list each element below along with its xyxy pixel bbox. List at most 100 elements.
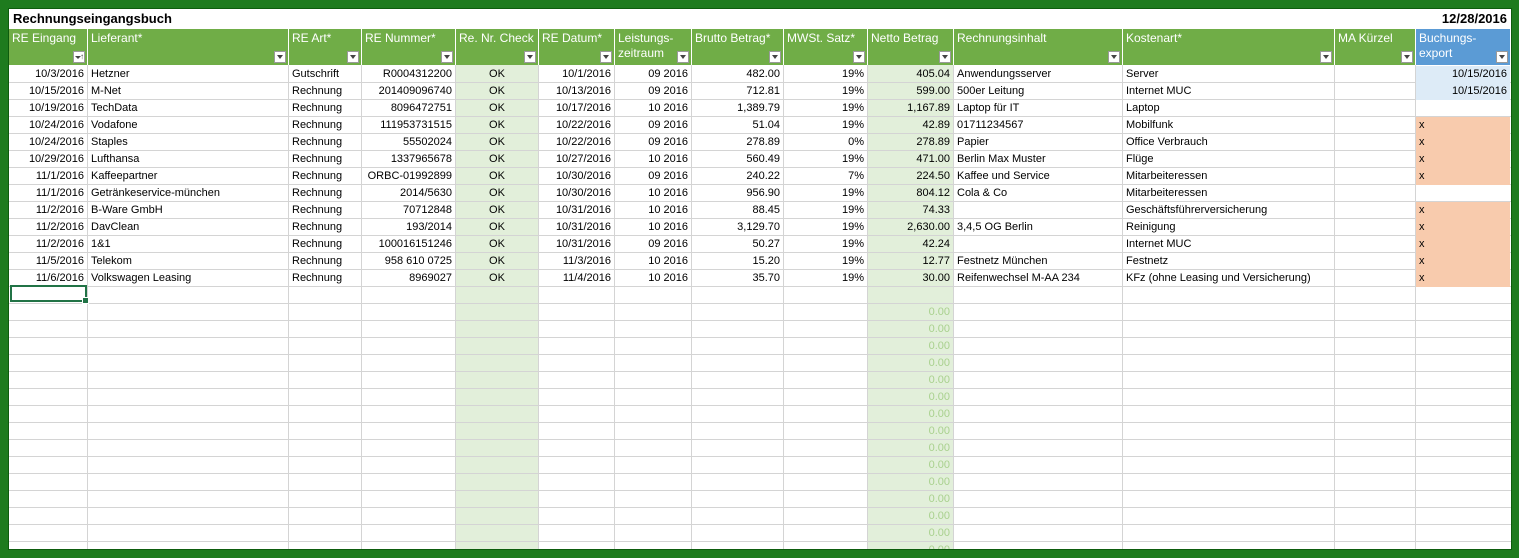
cell-ma[interactable] [1335,66,1415,83]
cell-inhalt[interactable]: Cola & Co [954,185,1122,202]
cell-inhalt[interactable]: Berlin Max Muster [954,151,1122,168]
cell-re_eingang[interactable]: 10/3/2016 [9,66,87,83]
cell-re_eingang[interactable]: 11/1/2016 [9,185,87,202]
cell-export[interactable]: x [1416,151,1510,168]
cell-re_eingang[interactable]: 10/19/2016 [9,100,87,117]
cell-leistungszeitraum[interactable]: 10 2016 [615,253,691,270]
cell-lieferant[interactable]: Staples [88,134,288,151]
cell-brutto[interactable]: 35.70 [692,270,783,287]
cell-re_check[interactable]: OK [456,253,538,270]
cell-re_check[interactable]: OK [456,117,538,134]
cell-netto[interactable]: 1,167.89 [868,100,953,117]
cell-netto-empty[interactable]: 0.00 [868,491,953,508]
filter-dropdown-icon[interactable] [939,51,951,63]
cell-ma[interactable] [1335,185,1415,202]
cell-inhalt[interactable]: Laptop für IT [954,100,1122,117]
cell-re_eingang[interactable]: 11/5/2016 [9,253,87,270]
cell-re_check[interactable]: OK [456,219,538,236]
cell-export[interactable] [1416,185,1510,202]
cell-re_nummer[interactable]: 2014/5630 [362,185,455,202]
cell-netto-empty[interactable]: 0.00 [868,423,953,440]
cell-re_art[interactable]: Rechnung [289,151,361,168]
cell-re_art[interactable]: Rechnung [289,202,361,219]
cell-re_check[interactable]: OK [456,134,538,151]
cell-leistungszeitraum[interactable]: 10 2016 [615,151,691,168]
cell-kostenart[interactable]: Mobilfunk [1123,117,1334,134]
cell-inhalt[interactable]: Papier [954,134,1122,151]
cell-netto[interactable]: 2,630.00 [868,219,953,236]
cell-kostenart[interactable]: Festnetz [1123,253,1334,270]
cell-re_art[interactable]: Rechnung [289,236,361,253]
filter-dropdown-icon[interactable] [600,51,612,63]
cell-re_datum[interactable]: 10/31/2016 [539,236,614,253]
cell-leistungszeitraum[interactable]: 09 2016 [615,66,691,83]
cell-kostenart[interactable]: Server [1123,66,1334,83]
cell-re_art[interactable]: Rechnung [289,134,361,151]
cell-re_check[interactable]: OK [456,202,538,219]
cell-re_nummer[interactable]: 8969027 [362,270,455,287]
cell-inhalt[interactable]: Festnetz München [954,253,1122,270]
cell-re_art[interactable]: Rechnung [289,117,361,134]
cell-export[interactable]: x [1416,219,1510,236]
cell-netto[interactable]: 224.50 [868,168,953,185]
cell-netto-empty[interactable]: 0.00 [868,440,953,457]
cell-ma[interactable] [1335,202,1415,219]
cell-re_eingang[interactable]: 10/24/2016 [9,134,87,151]
cell-leistungszeitraum[interactable]: 10 2016 [615,185,691,202]
cell-re_check[interactable]: OK [456,185,538,202]
cell-mwst[interactable]: 19% [784,83,867,100]
cell-brutto[interactable]: 240.22 [692,168,783,185]
cell-kostenart[interactable]: KFz (ohne Leasing und Versicherung) [1123,270,1334,287]
cell-lieferant[interactable]: Telekom [88,253,288,270]
cell-brutto[interactable]: 3,129.70 [692,219,783,236]
cell-inhalt[interactable]: Anwendungsserver [954,66,1122,83]
cell-export[interactable]: x [1416,270,1510,287]
cell-re_check[interactable]: OK [456,100,538,117]
cell-netto-empty[interactable]: 0.00 [868,406,953,423]
cell-re_datum[interactable]: 10/17/2016 [539,100,614,117]
cell-netto-empty[interactable]: 0.00 [868,525,953,542]
cell-leistungszeitraum[interactable]: 09 2016 [615,168,691,185]
cell-ma[interactable] [1335,151,1415,168]
cell-export[interactable]: x [1416,202,1510,219]
cell-ma[interactable] [1335,219,1415,236]
filter-dropdown-icon[interactable] [524,51,536,63]
cell-re_nummer[interactable]: R0004312200 [362,66,455,83]
cell-re_art[interactable]: Rechnung [289,83,361,100]
cell-re_check[interactable]: OK [456,151,538,168]
cell-kostenart[interactable]: Laptop [1123,100,1334,117]
cell-netto-empty[interactable]: 0.00 [868,321,953,338]
cell-re_datum[interactable]: 10/31/2016 [539,219,614,236]
cell-lieferant[interactable]: Volkswagen Leasing [88,270,288,287]
cell-netto-empty[interactable]: 0.00 [868,508,953,525]
cell-export[interactable]: 10/15/2016 [1416,83,1510,100]
cell-brutto[interactable]: 560.49 [692,151,783,168]
cell-ma[interactable] [1335,100,1415,117]
cell-netto[interactable]: 42.24 [868,236,953,253]
cell-netto[interactable]: 12.77 [868,253,953,270]
cell-kostenart[interactable]: Flüge [1123,151,1334,168]
cell-lieferant[interactable]: B-Ware GmbH [88,202,288,219]
cell-lieferant[interactable]: Vodafone [88,117,288,134]
cell-re_check[interactable]: OK [456,236,538,253]
cell-netto-empty[interactable]: 0.00 [868,372,953,389]
cell-netto[interactable]: 42.89 [868,117,953,134]
cell-kostenart[interactable]: Mitarbeiteressen [1123,168,1334,185]
cell-netto[interactable]: 804.12 [868,185,953,202]
cell-lieferant[interactable]: Getränkeservice-münchen [88,185,288,202]
cell-lieferant[interactable]: Hetzner [88,66,288,83]
cell-re_datum[interactable]: 11/3/2016 [539,253,614,270]
cell-re_art[interactable]: Rechnung [289,168,361,185]
cell-re_datum[interactable]: 10/13/2016 [539,83,614,100]
cell-re_nummer[interactable]: 8096472751 [362,100,455,117]
cell-mwst[interactable]: 19% [784,151,867,168]
cell-leistungszeitraum[interactable]: 10 2016 [615,202,691,219]
cell-ma[interactable] [1335,117,1415,134]
cell-netto-empty[interactable]: 0.00 [868,457,953,474]
cell-mwst[interactable]: 19% [784,66,867,83]
filter-dropdown-icon[interactable] [347,51,359,63]
filter-dropdown-icon[interactable] [677,51,689,63]
cell-re_art[interactable]: Rechnung [289,270,361,287]
selected-cell[interactable] [10,285,89,304]
cell-leistungszeitraum[interactable]: 09 2016 [615,236,691,253]
